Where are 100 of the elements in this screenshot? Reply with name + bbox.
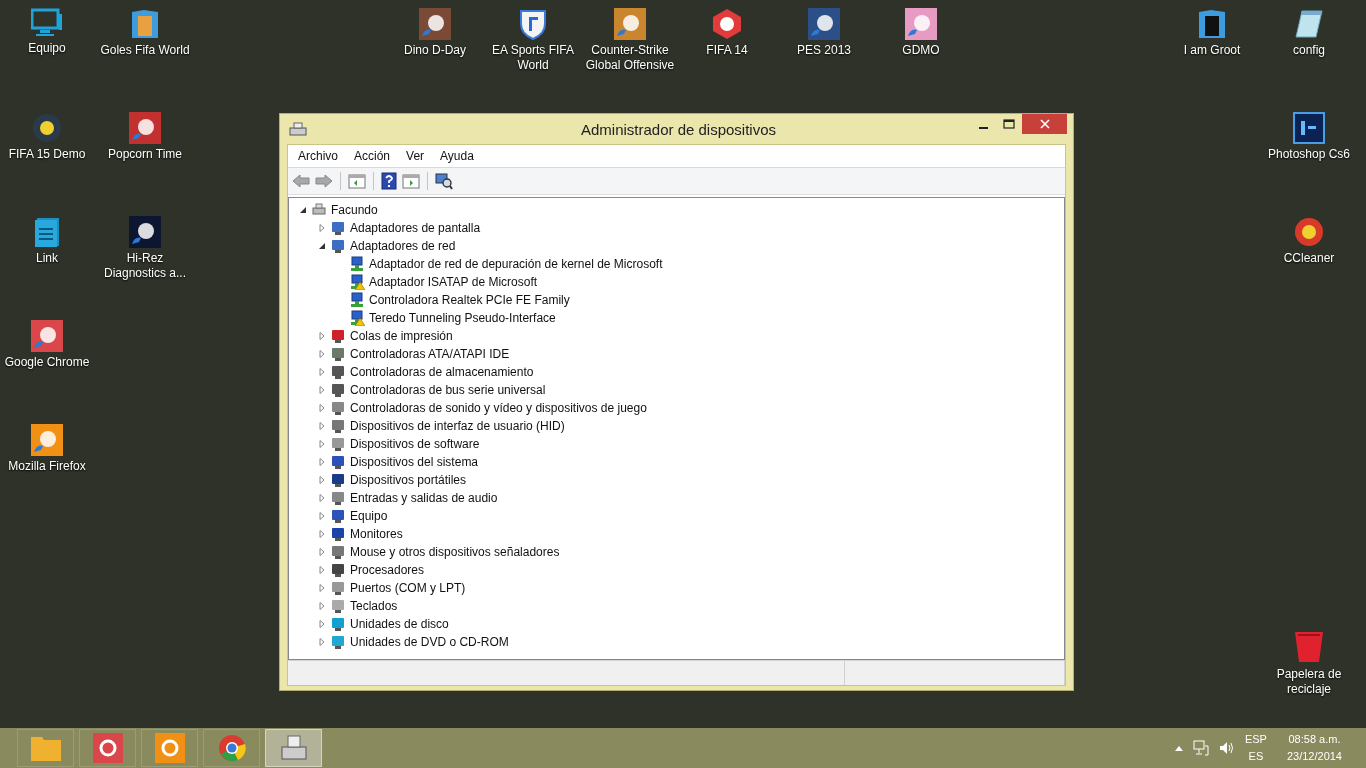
- expand-arrow-icon[interactable]: [318, 368, 326, 376]
- desktop-shortcut[interactable]: Popcorn Time: [97, 112, 193, 162]
- tree-item[interactable]: Adaptador ISATAP de Microsoft: [369, 275, 538, 289]
- expand-arrow-icon[interactable]: [318, 620, 326, 628]
- tree-item[interactable]: Monitores: [350, 527, 403, 541]
- network-icon[interactable]: [1192, 740, 1209, 756]
- tree-item[interactable]: Unidades de DVD o CD-ROM: [350, 635, 509, 649]
- tree-item[interactable]: Puertos (COM y LPT): [350, 581, 466, 595]
- tree-item[interactable]: Facundo: [331, 203, 378, 217]
- desktop-shortcut[interactable]: Photoshop Cs6: [1261, 112, 1357, 162]
- expand-arrow-icon[interactable]: [318, 224, 326, 232]
- app-icon: [92, 733, 123, 763]
- monitor-magnifier-icon[interactable]: [435, 172, 453, 190]
- expand-arrow-icon[interactable]: [318, 350, 326, 358]
- language-indicator[interactable]: ESP: [1244, 731, 1267, 748]
- tree-item[interactable]: Controladora Realtek PCIe FE Family: [369, 293, 570, 307]
- menu-item[interactable]: Ver: [398, 147, 433, 165]
- tree-item[interactable]: Adaptadores de red: [350, 239, 456, 253]
- desktop-shortcut[interactable]: Counter-Strike Global Offensive: [582, 8, 678, 73]
- tree-item[interactable]: Mouse y otros dispositivos señaladores: [350, 545, 560, 559]
- desktop-shortcut[interactable]: I am Groot: [1164, 8, 1260, 58]
- tree-item[interactable]: Controladoras de bus serie universal: [350, 383, 546, 397]
- expand-arrow-icon[interactable]: [318, 512, 326, 520]
- document-icon: [33, 216, 61, 248]
- expand-arrow-icon[interactable]: [318, 494, 326, 502]
- expand-arrow-icon[interactable]: [318, 476, 326, 484]
- app-icon: [31, 112, 63, 144]
- tree-item[interactable]: Controladoras ATA/ATAPI IDE: [350, 347, 510, 361]
- expand-arrow-icon[interactable]: [318, 422, 326, 430]
- device-manager-icon: [278, 733, 309, 763]
- panel-icon[interactable]: [402, 173, 420, 189]
- desktop-shortcut[interactable]: PES 2013: [776, 8, 872, 58]
- expand-arrow-icon[interactable]: [318, 440, 326, 448]
- menu-item[interactable]: Archivo: [290, 147, 346, 165]
- menu-item[interactable]: Acción: [346, 147, 399, 165]
- menu-item[interactable]: Ayuda: [432, 147, 482, 165]
- desktop-shortcut[interactable]: EA Sports FIFA World: [485, 8, 581, 73]
- desktop-shortcut[interactable]: Goles Fifa World: [97, 8, 193, 58]
- expand-arrow-icon[interactable]: [318, 584, 326, 592]
- expand-arrow-icon[interactable]: [318, 638, 326, 646]
- desktop-shortcut[interactable]: Hi-Rez Diagnostics a...: [97, 216, 193, 281]
- help-icon[interactable]: [381, 172, 397, 190]
- desktop-shortcut[interactable]: Mozilla Firefox: [0, 424, 95, 474]
- device-icon: [330, 562, 346, 578]
- tree-item[interactable]: Dispositivos del sistema: [350, 455, 479, 469]
- expand-arrow-icon[interactable]: [318, 386, 326, 394]
- taskbar-button[interactable]: [141, 729, 198, 767]
- desktop-shortcut[interactable]: FIFA 15 Demo: [0, 112, 95, 162]
- app-icon: [154, 733, 185, 763]
- tree-item[interactable]: Controladoras de almacenamiento: [350, 365, 534, 379]
- keyboard-layout-indicator[interactable]: ES: [1248, 748, 1264, 765]
- tree-item[interactable]: Colas de impresión: [350, 329, 453, 343]
- expand-arrow-icon[interactable]: [318, 458, 326, 466]
- collapse-arrow-icon[interactable]: [318, 242, 326, 250]
- expand-arrow-icon[interactable]: [318, 332, 326, 340]
- device-icon: [330, 526, 346, 542]
- clock-time[interactable]: 08:58 a.m.: [1288, 731, 1341, 748]
- tree-item[interactable]: Dispositivos portátiles: [350, 473, 467, 487]
- folder-icon: [29, 734, 62, 762]
- expand-arrow-icon[interactable]: [318, 602, 326, 610]
- expand-arrow-icon[interactable]: [318, 548, 326, 556]
- desktop-shortcut[interactable]: Papelera de reciclaje: [1261, 630, 1357, 697]
- close-icon: [1039, 119, 1050, 129]
- tree-item[interactable]: Equipo: [350, 509, 388, 523]
- tree-item[interactable]: Procesadores: [350, 563, 425, 577]
- collapse-arrow-icon[interactable]: [299, 206, 307, 214]
- expand-arrow-icon[interactable]: [318, 404, 326, 412]
- panel-icon[interactable]: [348, 173, 366, 189]
- volume-icon[interactable]: [1218, 741, 1235, 755]
- tree-item[interactable]: Unidades de disco: [350, 617, 449, 631]
- tree-item[interactable]: Dispositivos de software: [350, 437, 480, 451]
- show-hidden-icons-icon[interactable]: [1174, 745, 1183, 751]
- tree-item[interactable]: Entradas y salidas de audio: [350, 491, 498, 505]
- tree-item[interactable]: Teredo Tunneling Pseudo-Interface: [369, 311, 556, 325]
- device-icon: [330, 616, 346, 632]
- device-icon: [330, 400, 346, 416]
- desktop-shortcut[interactable]: Google Chrome: [0, 320, 95, 370]
- taskbar-button[interactable]: [203, 729, 260, 767]
- desktop-shortcut[interactable]: CCleaner: [1261, 216, 1357, 266]
- tree-item[interactable]: Teclados: [350, 599, 398, 613]
- desktop-shortcut[interactable]: Link: [0, 216, 95, 266]
- desktop-shortcut[interactable]: config: [1261, 8, 1357, 58]
- forward-icon[interactable]: [315, 173, 333, 189]
- tree-item[interactable]: Adaptador de red de depuración de kernel de Microsoft: [369, 257, 663, 271]
- desktop-shortcut[interactable]: FIFA 14: [679, 8, 775, 58]
- device-manager-icon: [289, 121, 307, 137]
- tree-item[interactable]: Dispositivos de interfaz de usuario (HID): [350, 419, 565, 433]
- device-icon: [330, 580, 346, 596]
- taskbar-button[interactable]: [79, 729, 136, 767]
- desktop-shortcut[interactable]: GDMO: [873, 8, 969, 58]
- desktop-shortcut[interactable]: Dino D-Day: [387, 8, 483, 58]
- tree-item[interactable]: Controladoras de sonido y vídeo y dispositivos de juego: [350, 401, 647, 415]
- expand-arrow-icon[interactable]: [318, 530, 326, 538]
- desktop-shortcut[interactable]: Equipo: [0, 8, 95, 56]
- expand-arrow-icon[interactable]: [318, 566, 326, 574]
- tree-item[interactable]: Adaptadores de pantalla: [350, 221, 481, 235]
- taskbar-button[interactable]: [17, 729, 74, 767]
- taskbar-button[interactable]: [265, 729, 322, 767]
- clock-date[interactable]: 23/12/2014: [1286, 748, 1342, 765]
- back-icon[interactable]: [292, 173, 310, 189]
